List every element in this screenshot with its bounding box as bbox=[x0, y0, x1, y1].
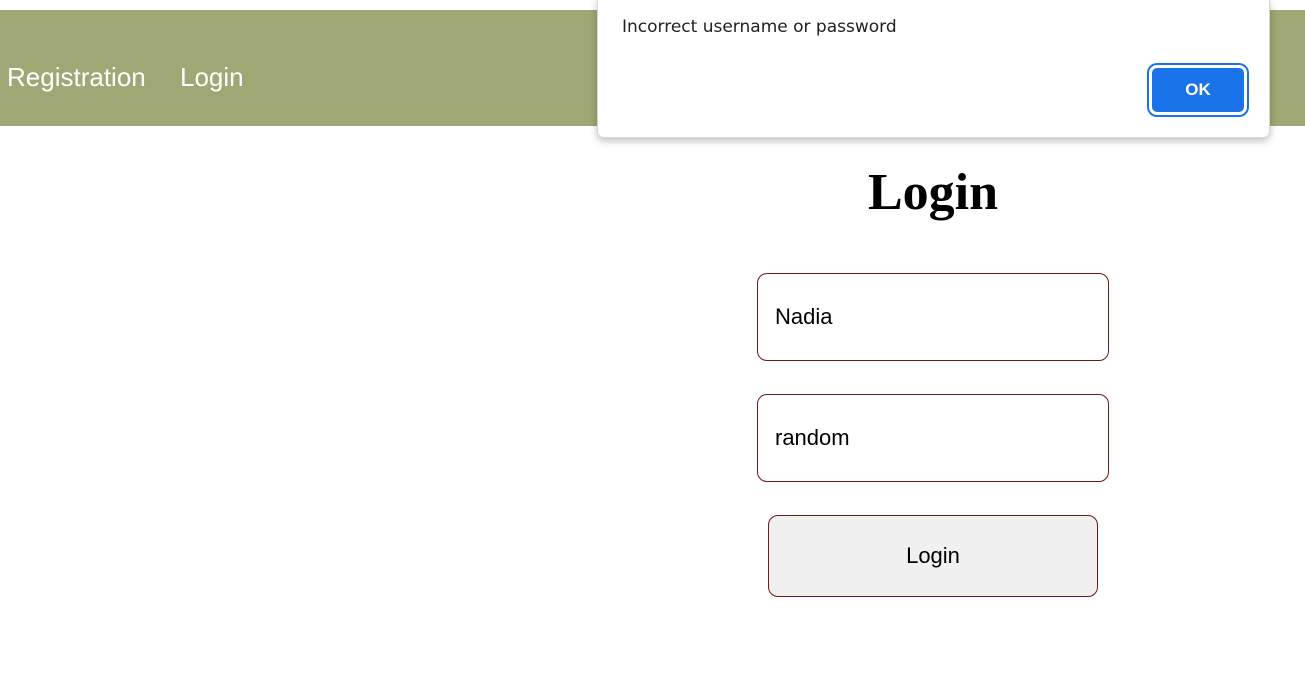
page-title: Login bbox=[867, 164, 999, 221]
username-input[interactable] bbox=[757, 273, 1109, 361]
password-input[interactable] bbox=[757, 394, 1109, 482]
alert-ok-button[interactable]: OK bbox=[1149, 65, 1247, 115]
nav-link-registration[interactable]: Registration bbox=[7, 61, 146, 93]
alert-dialog: Incorrect username or password OK bbox=[597, 0, 1270, 138]
alert-message: Incorrect username or password bbox=[622, 17, 897, 37]
page: Registration Login Login Login Incorrect… bbox=[0, 0, 1305, 678]
nav-link-login[interactable]: Login bbox=[180, 61, 244, 93]
login-button[interactable]: Login bbox=[768, 515, 1098, 597]
